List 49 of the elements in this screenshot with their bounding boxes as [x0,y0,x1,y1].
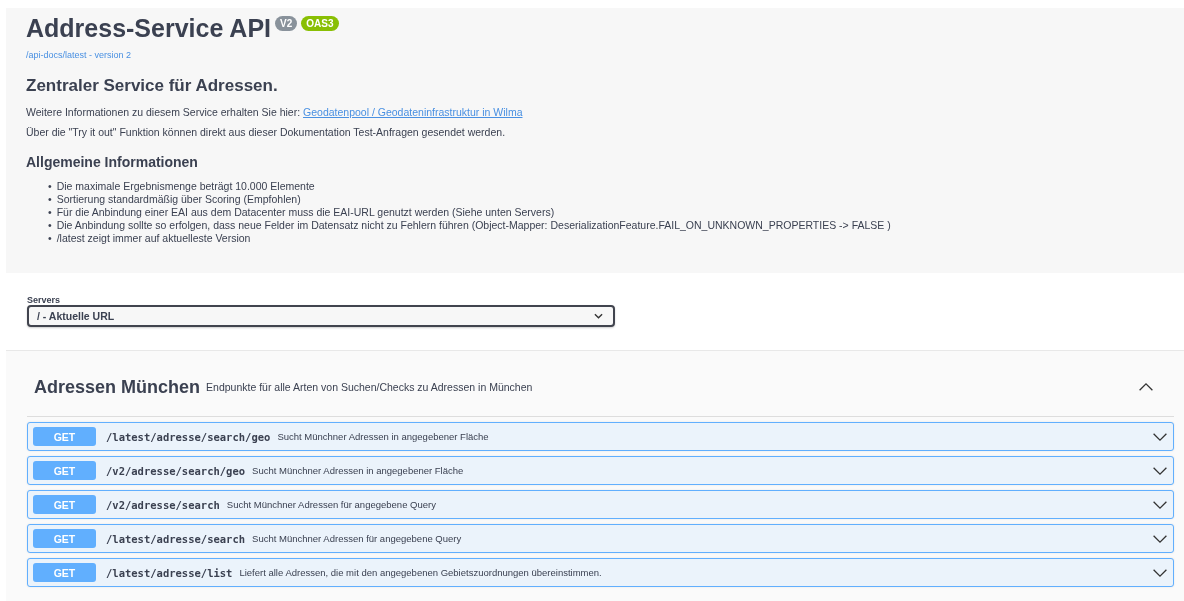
info-bullet: Die Anbindung sollte so erfolgen, dass neue Felder im Datensatz nicht zu Fehlern führen (Object-Mapper: DeserializationFeature.FAIL_ON_UNKNOWN_PROPERTIES -> FALSE ) [56,219,891,232]
note-text: Über die "Try it out" Funktion können direkt aus dieser Dokumentation Test-Anfragen gesendet werden. [26,126,507,138]
version-badge: OAS3 [301,16,339,31]
endpoint-summary: Sucht Münchner Adressen für angegebene Query [252,533,463,544]
description-heading: Zentraler Service für Adressen. [26,76,279,96]
bullet-marker: • [48,193,52,206]
version-badge: V2 [275,16,298,31]
endpoint-summary: Liefert alle Adressen, die mit den angegebenen Gebietszuordnungen übereinstimmen. [239,567,603,578]
info-bullet: /latest zeigt immer auf aktuelleste Version [56,232,251,245]
endpoint-path: /v2/adresse/search/geo [106,464,246,477]
endpoint-summary: Sucht Münchner Adressen in angegebener Fläche [277,431,490,442]
server-select[interactable]: / - Aktuelle URL [27,305,615,327]
chevron-down-icon[interactable] [1152,567,1168,578]
api-title: Address-Service API [26,13,272,44]
operation-row[interactable]: GET /v2/adresse/search/geo Sucht Münchner Adressen in angegebener Fläche [27,456,1174,485]
method-badge: GET [33,461,96,480]
info-bullet: Sortierung standardmäßig über Scoring (Empfohlen) [56,193,301,206]
info-bullet: Die maximale Ergebnismenge beträgt 10.000 Elemente [56,180,315,193]
endpoint-summary: Sucht Münchner Adressen für angegebene Query [226,499,437,510]
operation-row[interactable]: GET /latest/adresse/search Sucht Münchner Adressen für angegebene Query [27,524,1174,553]
endpoint-summary: Sucht Münchner Adressen in angegebener Fläche [252,465,465,476]
chevron-down-icon[interactable] [1152,499,1168,510]
chevron-down-icon[interactable] [1152,533,1168,544]
tag-description: Endpunkte für alle Arten von Suchen/Checks zu Adressen in München [206,381,534,393]
operation-row[interactable]: GET /latest/adresse/list Liefert alle Adressen, die mit den angegebenen Gebietszuordnungen übereinstimmen. [27,558,1174,587]
operation-row[interactable]: GET /v2/adresse/search Sucht Münchner Adressen für angegebene Query [27,490,1174,519]
method-badge: GET [33,529,96,548]
endpoint-path: /latest/adresse/search [106,532,246,545]
intro-text: Weitere Informationen zu diesem Service erhalten Sie hier: [26,106,301,118]
method-badge: GET [33,495,96,514]
chevron-up-icon[interactable] [1138,382,1154,392]
servers-label: Servers [27,295,62,305]
bullet-marker: • [48,180,52,193]
operation-row[interactable]: GET /latest/adresse/search/geo Sucht Münchner Adressen in angegebener Fläche [27,422,1174,451]
method-badge: GET [33,563,96,582]
chevron-down-icon[interactable] [1152,465,1168,476]
tag-name: Adressen München [34,376,201,398]
chevron-down-icon[interactable] [1152,431,1168,442]
bullet-marker: • [48,206,52,219]
bullet-marker: • [48,232,52,245]
endpoint-path: /latest/adresse/list [106,566,233,579]
chevron-down-icon [594,313,603,319]
endpoint-path: /v2/adresse/search [106,498,220,511]
tag-header[interactable]: Adressen München Endpunkte für alle Arten von Suchen/Checks zu Adressen in München [27,358,1174,417]
info-bullet: Für die Anbindung einer EAI aus dem Datacenter muss die EAI-URL genutzt werden (Siehe unten Servers) [56,206,555,219]
section-heading: Allgemeine Informationen [26,154,199,170]
bullet-marker: • [48,219,52,232]
endpoint-path: /latest/adresse/search/geo [106,430,271,443]
method-badge: GET [33,427,96,446]
